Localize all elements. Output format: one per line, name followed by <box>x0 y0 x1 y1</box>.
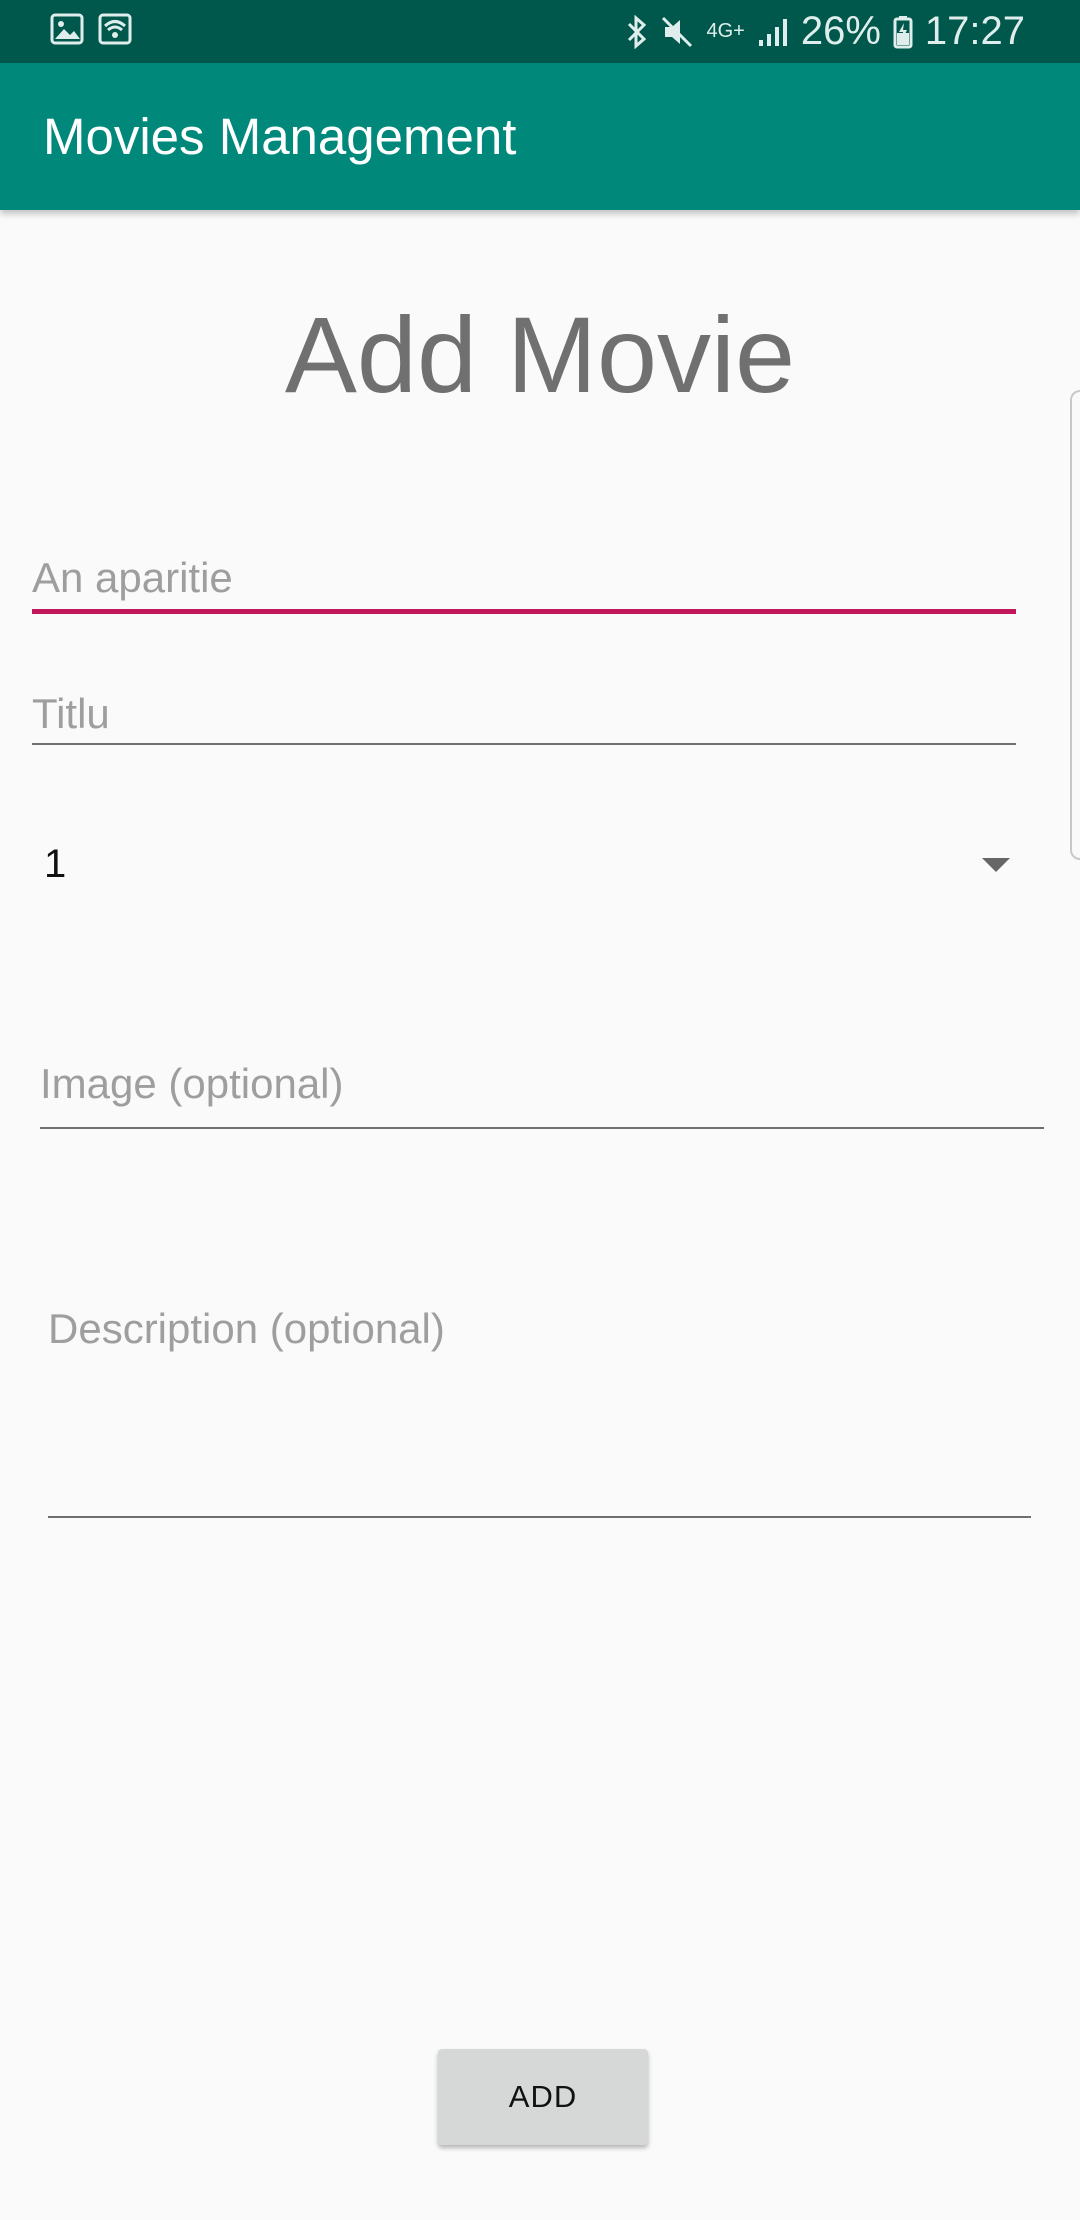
status-bar: 4G+ 26% 17:27 <box>0 0 1080 63</box>
battery-charging-icon <box>893 15 913 49</box>
description-input[interactable]: Description (optional) <box>48 1300 1031 1518</box>
mute-icon <box>660 15 694 49</box>
title-input-placeholder: Titlu <box>32 690 110 737</box>
title-input[interactable]: Titlu <box>32 676 1016 745</box>
app-title: Movies Management <box>43 108 517 165</box>
description-input-placeholder: Description (optional) <box>48 1305 445 1352</box>
wifi-icon <box>98 13 132 45</box>
dropdown-arrow-icon <box>982 858 1010 872</box>
signal-icon <box>757 16 789 48</box>
year-input-placeholder: An aparitie <box>32 554 233 601</box>
page-title: Add Movie <box>284 294 796 415</box>
battery-percent: 26% <box>800 9 881 53</box>
bluetooth-icon <box>626 14 648 49</box>
add-button[interactable]: ADD <box>438 2049 648 2145</box>
image-notification-icon <box>50 13 84 45</box>
network-type-label: 4G+ <box>706 20 745 42</box>
image-input-placeholder: Image (optional) <box>40 1060 344 1107</box>
edge-panel-handle[interactable] <box>1070 390 1080 860</box>
year-input[interactable]: An aparitie <box>32 540 1016 614</box>
rating-spinner[interactable]: 1 <box>32 820 1017 910</box>
image-input[interactable]: Image (optional) <box>40 1050 1044 1129</box>
spinner-selected-value: 1 <box>44 842 67 886</box>
app-bar: Movies Management <box>0 63 1080 210</box>
clock: 17:27 <box>924 9 1025 53</box>
